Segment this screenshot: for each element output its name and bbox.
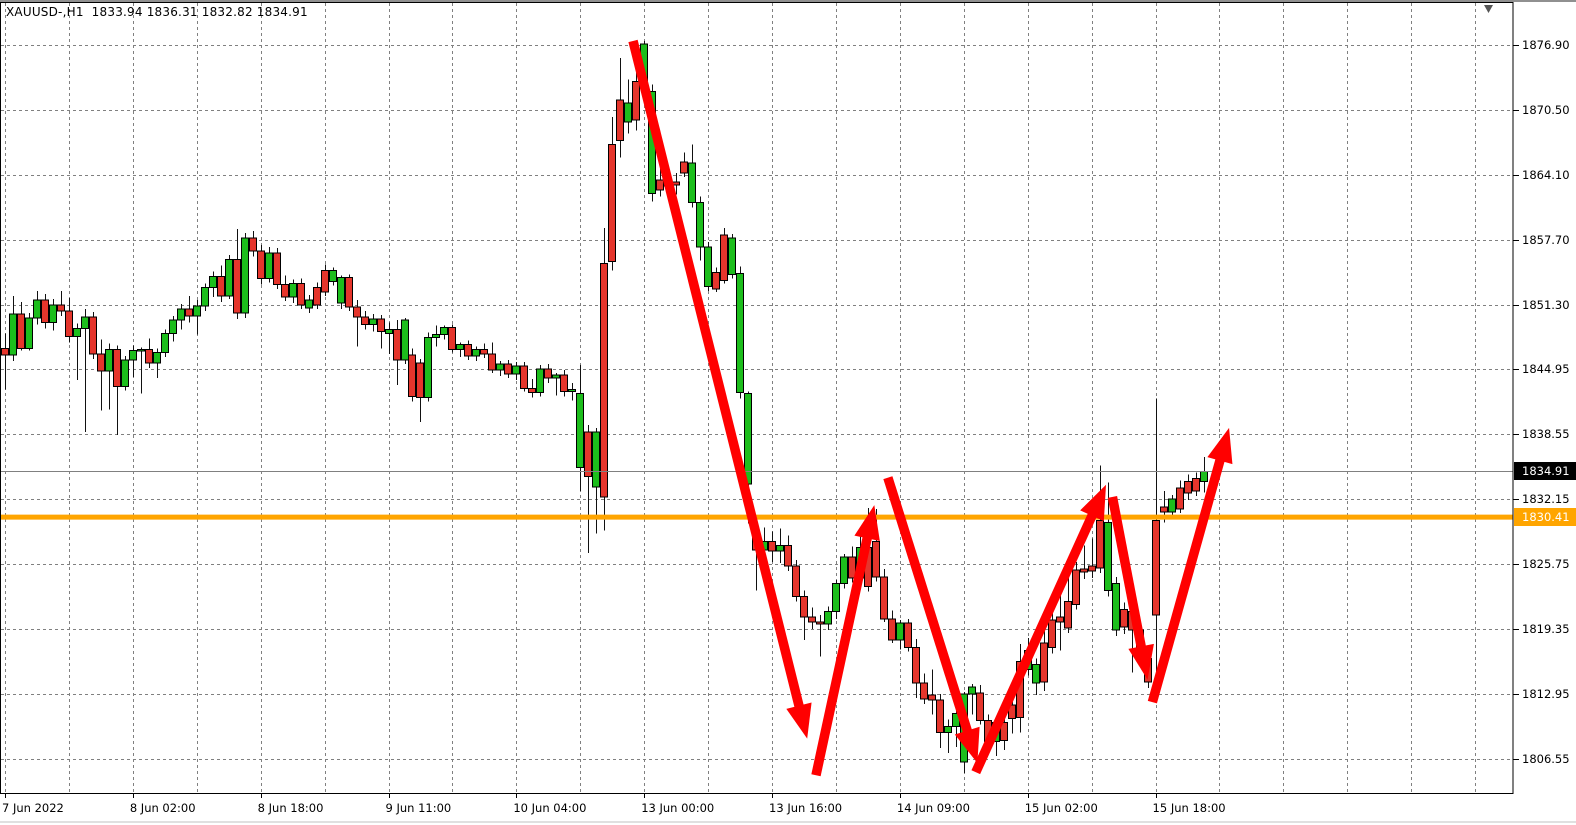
candle bbox=[162, 329, 169, 356]
chart-background bbox=[0, 0, 1576, 825]
time-tick-label: 15 Jun 02:00 bbox=[1025, 801, 1098, 815]
candle bbox=[721, 228, 728, 284]
candle bbox=[226, 255, 233, 299]
candle bbox=[274, 248, 281, 289]
candlestick-chart-canvas[interactable]: 1876.90 1870.50 1864.10 1857.70 1851.30 1844.… bbox=[0, 0, 1576, 825]
candle bbox=[122, 356, 129, 391]
price-tick-label: 1864.10 bbox=[1522, 168, 1570, 182]
candle bbox=[729, 234, 736, 279]
candle bbox=[793, 560, 800, 602]
price-tick-label: 1825.75 bbox=[1522, 557, 1570, 571]
price-tick-label: 1819.35 bbox=[1522, 622, 1570, 636]
candle bbox=[258, 245, 265, 285]
time-tick-label: 15 Jun 18:00 bbox=[1153, 801, 1226, 815]
candle bbox=[26, 313, 33, 351]
candle bbox=[409, 349, 416, 402]
candle bbox=[242, 233, 249, 318]
candle bbox=[346, 275, 353, 312]
current-price-box-label: 1834.91 bbox=[1522, 464, 1570, 478]
time-tick-label: 8 Jun 02:00 bbox=[130, 801, 196, 815]
candle bbox=[537, 365, 544, 396]
candle bbox=[425, 332, 432, 401]
time-tick-label: 7 Jun 2022 bbox=[2, 801, 64, 815]
time-tick-label: 13 Jun 16:00 bbox=[769, 801, 842, 815]
chart-window[interactable]: XAUUSD-,H1 1833.94 1836.31 1832.82 1834.… bbox=[0, 0, 1576, 825]
candle bbox=[841, 554, 848, 589]
candle bbox=[449, 324, 456, 352]
time-tick-label: 14 Jun 09:00 bbox=[897, 801, 970, 815]
price-tick-label: 1870.50 bbox=[1522, 103, 1570, 117]
candle bbox=[881, 569, 888, 622]
price-tick-label: 1812.95 bbox=[1522, 687, 1570, 701]
candle bbox=[601, 228, 608, 531]
price-tick-label: 1857.70 bbox=[1522, 233, 1570, 247]
candle bbox=[905, 619, 912, 652]
orange-line-price-box-label: 1830.41 bbox=[1522, 510, 1570, 524]
price-tick-label: 1806.55 bbox=[1522, 752, 1570, 766]
price-tick-label: 1838.55 bbox=[1522, 427, 1570, 441]
chart-title: XAUUSD-,H1 1833.94 1836.31 1832.82 1834.… bbox=[6, 5, 308, 19]
time-tick-label: 10 Jun 04:00 bbox=[513, 801, 586, 815]
candle bbox=[737, 266, 744, 398]
price-tick-label: 1876.90 bbox=[1522, 38, 1570, 52]
candle bbox=[1113, 577, 1120, 636]
candle bbox=[521, 362, 528, 391]
candle bbox=[90, 312, 97, 359]
candle bbox=[705, 242, 712, 291]
price-tick-label: 1851.30 bbox=[1522, 298, 1570, 312]
price-tick-label: 1844.95 bbox=[1522, 362, 1570, 376]
time-tick-label: 8 Jun 18:00 bbox=[258, 801, 324, 815]
price-tick-label: 1832.15 bbox=[1522, 492, 1570, 506]
candle bbox=[402, 318, 409, 364]
time-tick-label: 13 Jun 00:00 bbox=[641, 801, 714, 815]
time-tick-label: 9 Jun 11:00 bbox=[386, 801, 452, 815]
